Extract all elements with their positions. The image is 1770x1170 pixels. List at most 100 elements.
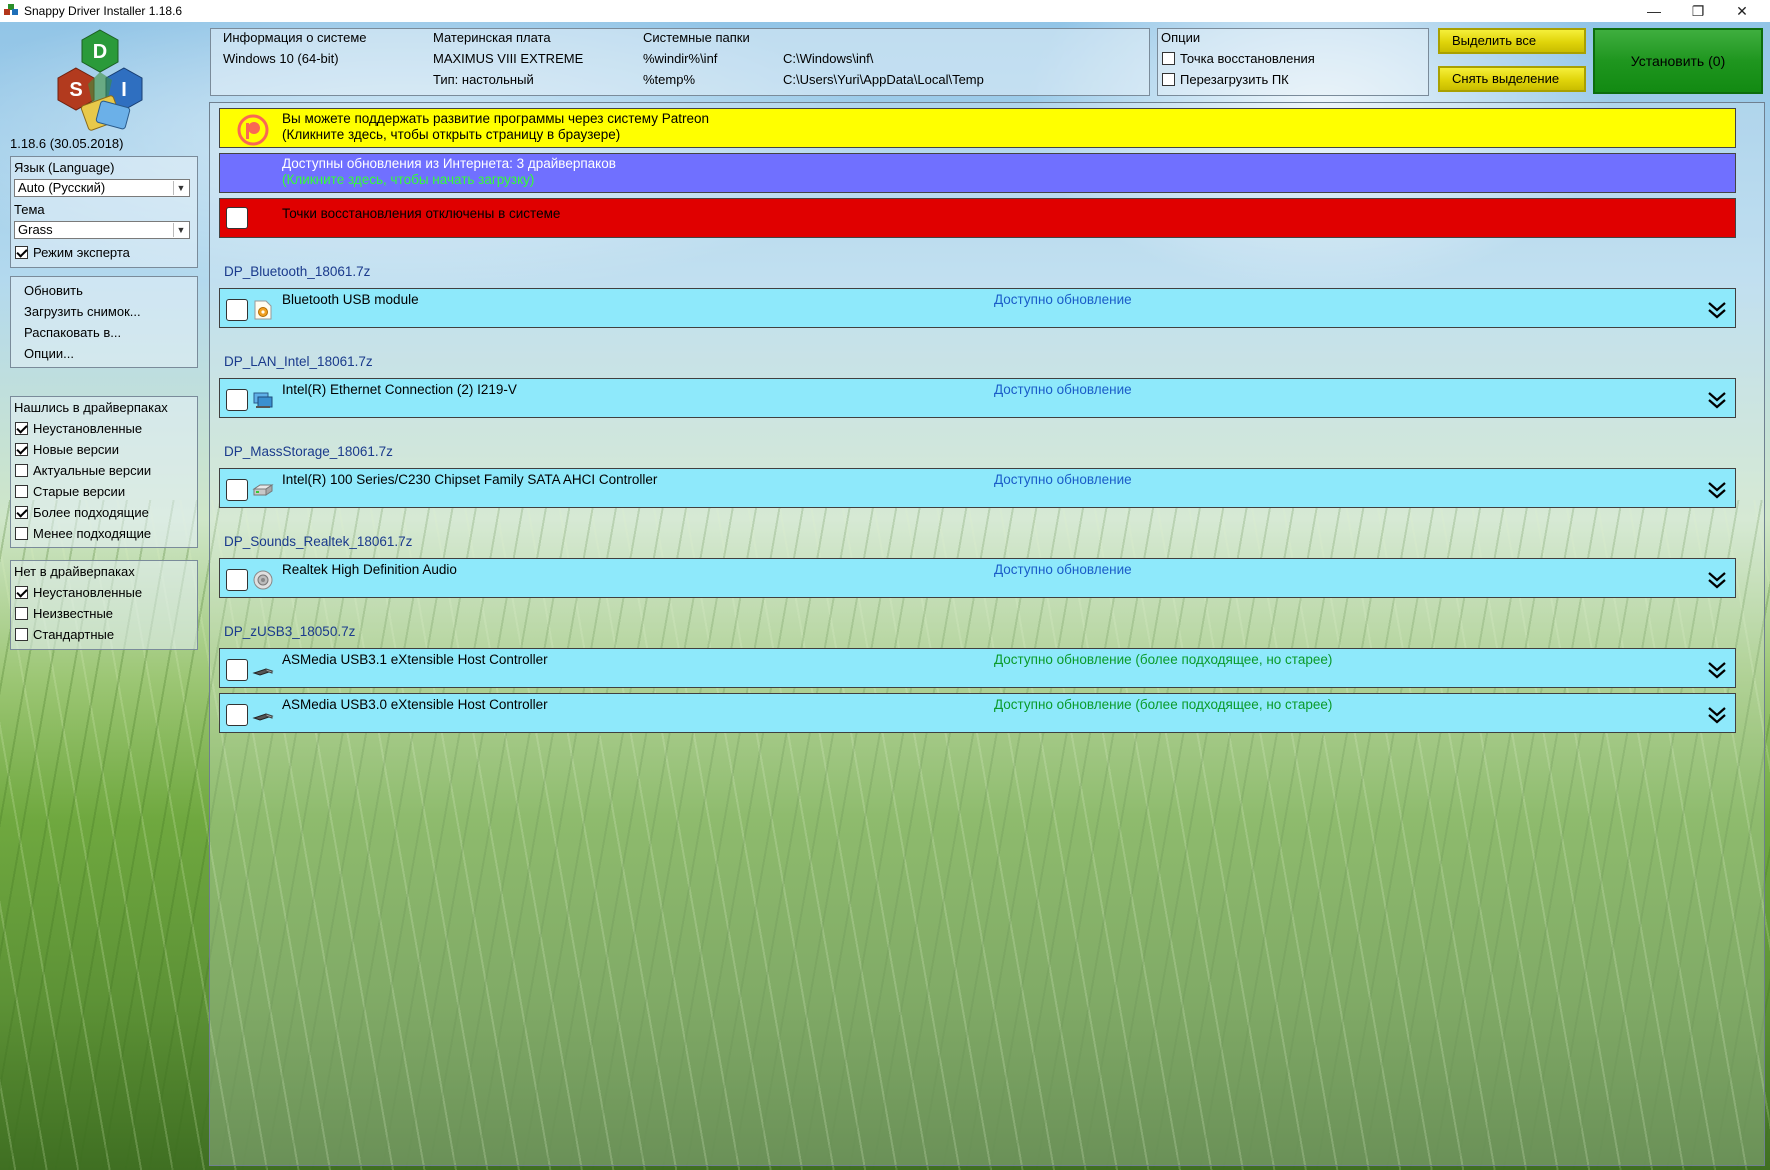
filter-not-installed[interactable]: Неустановленные [15,421,142,436]
theme-label: Тема [14,202,45,217]
folder-temp-path[interactable]: C:\Users\Yuri\AppData\Local\Temp [783,72,984,87]
checkbox-icon[interactable] [15,527,28,540]
sdi-logo: D S I [57,29,143,131]
patreon-banner[interactable]: Вы можете поддержать развитие программы … [219,108,1736,148]
notfound-filter-title: Нет в драйверпаках [14,564,135,579]
checkbox-icon[interactable] [15,443,28,456]
pack-title: DP_Sounds_Realtek_18061.7z [224,534,413,549]
found-filter-title: Нашлись в драйверпаках [14,400,168,415]
minimize-button[interactable]: — [1632,0,1676,22]
driver-status: Доступно обновление [994,292,1132,307]
filter-label: Неустановленные [33,421,143,436]
options-title: Опции [1161,30,1201,45]
window-title: Snappy Driver Installer 1.18.6 [24,4,183,18]
motherboard-model: MAXIMUS VIII EXTREME [433,51,584,66]
filter-worse[interactable]: Менее подходящие [15,526,151,541]
driver-checkbox[interactable] [226,299,248,321]
driver-status: Доступно обновление [994,562,1132,577]
updates-line1: Доступны обновления из Интернета: 3 драй… [282,156,616,171]
driver-status: Доступно обновление [994,382,1132,397]
checkbox-icon[interactable] [1162,73,1175,86]
filter-nf-standard[interactable]: Стандартные [15,627,114,642]
reboot-checkbox[interactable]: Перезагрузить ПК [1162,72,1289,87]
restore-line1: Точки восстановления отключены в системе [282,206,561,221]
expand-chevron-icon[interactable] [1707,481,1727,499]
checkbox-icon[interactable] [15,506,28,519]
action-extract-to[interactable]: Распаковать в... [24,325,121,340]
driver-checkbox[interactable] [226,659,248,681]
filter-label: Неизвестные [33,606,114,621]
filter-label: Более подходящие [33,505,149,520]
filter-better[interactable]: Более подходящие [15,505,149,520]
folder-temp-var: %temp% [643,72,696,87]
expand-chevron-icon[interactable] [1707,661,1727,679]
driver-row[interactable]: ASMedia USB3.1 eXtensible Host Controlle… [219,648,1736,688]
action-options[interactable]: Опции... [24,346,74,361]
language-label: Язык (Language) [14,160,115,175]
system-folders-title: Системные папки [643,30,750,45]
driver-checkbox[interactable] [226,479,248,501]
language-select[interactable]: Auto (Русский) ▼ [14,179,190,197]
pc-type: Тип: настольный [433,72,534,87]
close-button[interactable]: ✕ [1720,0,1764,22]
logo-letter-s: S [69,79,82,101]
filter-label: Старые версии [33,484,126,499]
os-version: Windows 10 (64-bit) [223,51,339,66]
theme-select[interactable]: Grass ▼ [14,221,190,239]
driver-row[interactable]: Bluetooth USB module Доступно обновление [219,288,1736,328]
folder-windir-path[interactable]: C:\Windows\inf\ [783,51,873,66]
restore-banner[interactable]: Точки восстановления отключены в системе [219,198,1736,238]
network-icon [253,392,273,408]
expand-chevron-icon[interactable] [1707,571,1727,589]
filter-newer[interactable]: Новые версии [15,442,119,457]
driver-row[interactable]: Realtek High Definition Audio Доступно о… [219,558,1736,598]
expert-mode-checkbox[interactable]: Режим эксперта [15,245,130,260]
logo-letter-i: I [121,79,127,101]
filter-older[interactable]: Старые версии [15,484,125,499]
motherboard-title: Материнская плата [433,30,551,45]
driver-row[interactable]: ASMedia USB3.0 eXtensible Host Controlle… [219,693,1736,733]
patreon-line2: (Кликните здесь, чтобы открыть страницу … [282,127,621,142]
filter-label: Стандартные [33,627,115,642]
select-all-button[interactable]: Выделить все [1438,28,1586,54]
version-label: 1.18.6 (30.05.2018) [10,136,124,151]
expand-chevron-icon[interactable] [1707,391,1727,409]
driver-name: Bluetooth USB module [282,292,419,307]
driver-status: Доступно обновление (более подходящее, н… [994,697,1333,712]
driver-checkbox[interactable] [226,704,248,726]
checkbox-icon[interactable] [15,485,28,498]
restore-point-label: Точка восстановления [1180,51,1315,66]
action-refresh[interactable]: Обновить [24,283,83,298]
checkbox-icon[interactable] [15,607,28,620]
checkbox-icon[interactable] [15,246,28,259]
patreon-line1: Вы можете поддержать развитие программы … [282,111,710,126]
maximize-button[interactable]: ❐ [1676,0,1720,22]
filter-current[interactable]: Актуальные версии [15,463,151,478]
driver-row[interactable]: Intel(R) 100 Series/C230 Chipset Family … [219,468,1736,508]
install-button[interactable]: Установить (0) [1593,28,1763,94]
driver-name: Realtek High Definition Audio [282,562,457,577]
checkbox-icon[interactable] [1162,52,1175,65]
driver-row[interactable]: Intel(R) Ethernet Connection (2) I219-V … [219,378,1736,418]
checkbox-icon[interactable] [15,628,28,641]
updates-banner[interactable]: Доступны обновления из Интернета: 3 драй… [219,153,1736,193]
restore-checkbox[interactable] [226,207,248,229]
expand-chevron-icon[interactable] [1707,301,1727,319]
restore-point-checkbox[interactable]: Точка восстановления [1162,51,1315,66]
title-bar: Snappy Driver Installer 1.18.6 — ❐ ✕ [0,0,1770,22]
driver-checkbox[interactable] [226,569,248,591]
theme-value: Grass [18,222,53,237]
checkbox-icon[interactable] [15,586,28,599]
deselect-button[interactable]: Снять выделение [1438,66,1586,92]
checkbox-icon[interactable] [15,464,28,477]
checkbox-icon[interactable] [15,422,28,435]
speaker-icon [253,570,273,590]
folder-windir-var: %windir%\inf [643,51,718,66]
action-load-snapshot[interactable]: Загрузить снимок... [24,304,141,319]
chevron-down-icon: ▼ [173,223,188,237]
expand-chevron-icon[interactable] [1707,706,1727,724]
driver-checkbox[interactable] [226,389,248,411]
pack-title: DP_MassStorage_18061.7z [224,444,393,459]
filter-nf-not-installed[interactable]: Неустановленные [15,585,142,600]
filter-nf-unknown[interactable]: Неизвестные [15,606,113,621]
